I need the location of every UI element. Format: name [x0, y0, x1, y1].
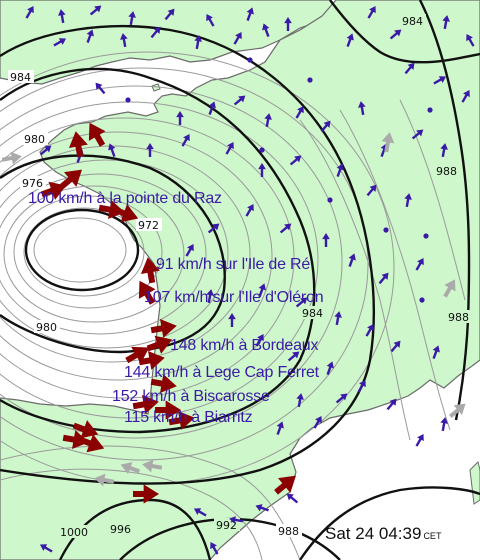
station-dot-icon [307, 77, 313, 83]
pressure-label: 980 [24, 133, 45, 146]
pressure-label: 988 [278, 525, 299, 538]
wind-report-label: 115 km/h à Biarritz [124, 409, 253, 426]
wind-report-label: 91 km/h sur l'Ile de Ré [156, 256, 311, 273]
pressure-label: 1000 [60, 526, 88, 539]
pressure-label: 972 [138, 219, 159, 232]
wind-report-label: 100 km/h à la pointe du Raz [28, 190, 222, 207]
pressure-label: 976 [22, 177, 43, 190]
station-dot-icon [259, 147, 265, 153]
pressure-label: 984 [10, 71, 31, 84]
station-dot-icon [419, 297, 425, 303]
pressure-label: 980 [36, 321, 57, 334]
wind-report-label: 107 km/h sur l'Ile d'Oléron [144, 289, 324, 306]
wind-report-label: 144 km/h à Lege Cap Ferret [124, 364, 319, 381]
wind-report-label: 152 km/h à Biscarosse [112, 388, 270, 405]
station-dot-icon [423, 233, 429, 239]
wind-report-label: 148 km/h à Bordeaux [170, 337, 319, 354]
pressure-label: 988 [448, 311, 469, 324]
station-dot-icon [327, 197, 333, 203]
pressure-label: 996 [110, 523, 131, 536]
station-dot-icon [427, 107, 433, 113]
timestamp-day: Sat 24 [325, 524, 375, 543]
map-canvas: 984 984 980 976 972 980 984 988 988 996 … [0, 0, 480, 560]
station-dot-icon [125, 97, 131, 103]
timestamp-time: 04:39 [378, 524, 422, 543]
station-dot-icon [247, 57, 253, 63]
timestamp-zone: CET [423, 531, 442, 541]
pressure-label: 988 [436, 165, 457, 178]
pressure-label: 984 [302, 307, 323, 320]
pressure-label: 984 [402, 15, 423, 28]
station-dot-icon [383, 227, 389, 233]
weather-map: 984 984 980 976 972 980 984 988 988 996 … [0, 0, 480, 560]
forecast-timestamp: Sat 24 04:39 CET [325, 524, 441, 544]
